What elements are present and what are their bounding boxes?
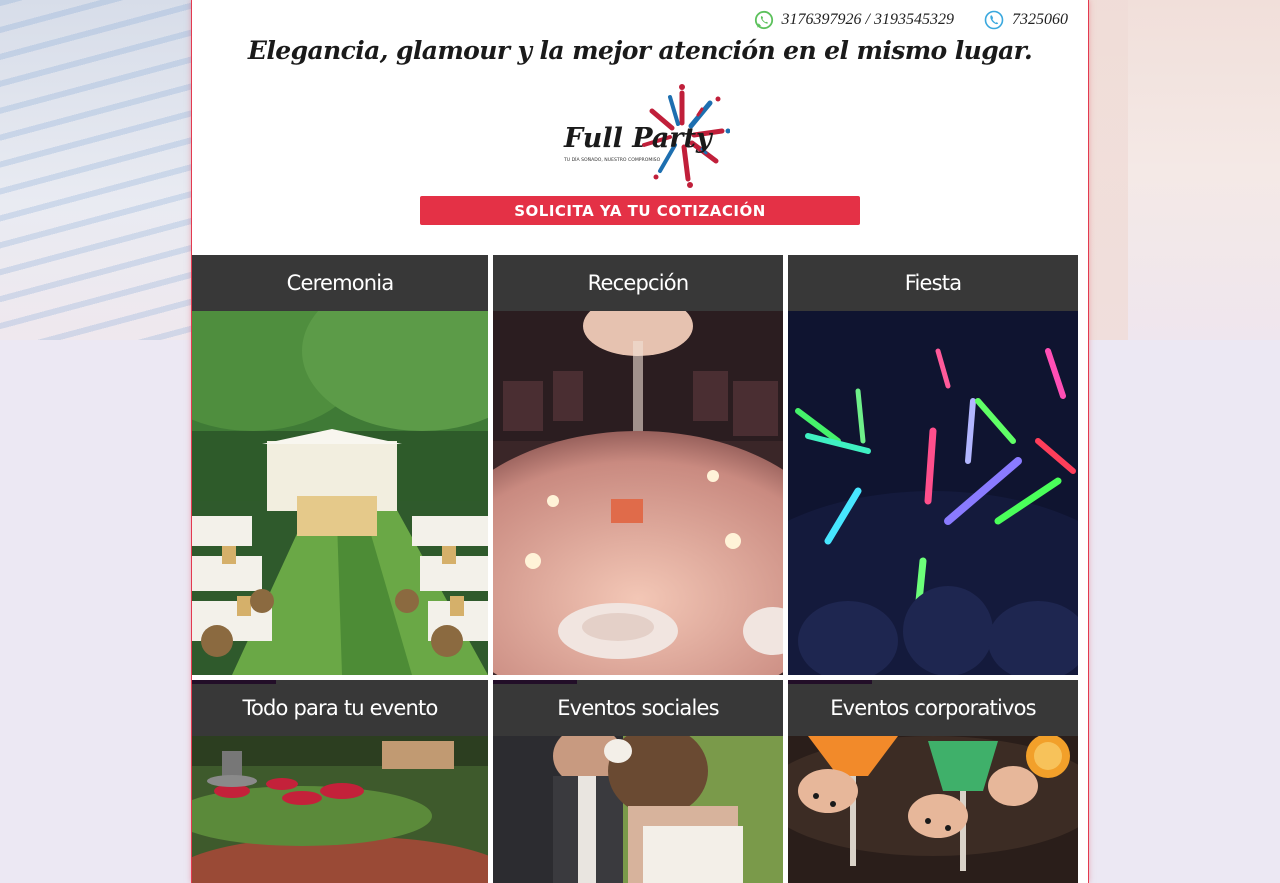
tagline: Elegancia, glamour y la mejor atención e… xyxy=(247,36,1033,65)
tile-label: Eventos corporativos xyxy=(788,680,1078,736)
background-right xyxy=(1088,0,1280,340)
tile-label: Todo para tu evento xyxy=(192,680,488,736)
tile-label: Ceremonia xyxy=(192,255,488,311)
tile-recepcion[interactable]: Recepción xyxy=(493,255,783,675)
tile-eventos-sociales[interactable]: Eventos sociales xyxy=(493,680,783,883)
party-photo xyxy=(788,311,1078,675)
couple-photo xyxy=(493,736,783,883)
cocktails-photo xyxy=(788,736,1078,883)
tile-fiesta[interactable]: Fiesta xyxy=(788,255,1078,675)
full-party-logo[interactable]: Full Party TU DÍA SOÑADO, NUESTRO COMPRO… xyxy=(560,77,731,195)
request-quote-button[interactable]: SOLICITA YA TU COTIZACIÓN xyxy=(420,196,860,225)
tile-label: Recepción xyxy=(493,255,783,311)
contact-bar: 3176397926 / 3193545329 7325060 xyxy=(754,10,1068,30)
logo-brand-text: Full Party xyxy=(563,123,714,154)
page-container: 3176397926 / 3193545329 7325060 Eleganci… xyxy=(192,0,1088,883)
garden-photo xyxy=(192,736,488,883)
landline-number: 7325060 xyxy=(1012,11,1068,28)
phone-icon xyxy=(984,10,1004,30)
tile-ceremonia[interactable]: Ceremonia xyxy=(192,255,488,675)
background-left xyxy=(0,0,192,340)
tile-todo-para-tu-evento[interactable]: Todo para tu evento xyxy=(192,680,488,883)
whatsapp-icon xyxy=(754,10,774,30)
reception-photo xyxy=(493,311,783,675)
logo-slogan-text: TU DÍA SOÑADO, NUESTRO COMPROMISO xyxy=(563,156,661,163)
mobile-numbers: 3176397926 / 3193545329 xyxy=(781,11,954,28)
tile-label: Fiesta xyxy=(788,255,1078,311)
tile-eventos-corporativos[interactable]: Eventos corporativos xyxy=(788,680,1078,883)
tile-label: Eventos sociales xyxy=(493,680,783,736)
ceremony-photo xyxy=(192,311,488,675)
